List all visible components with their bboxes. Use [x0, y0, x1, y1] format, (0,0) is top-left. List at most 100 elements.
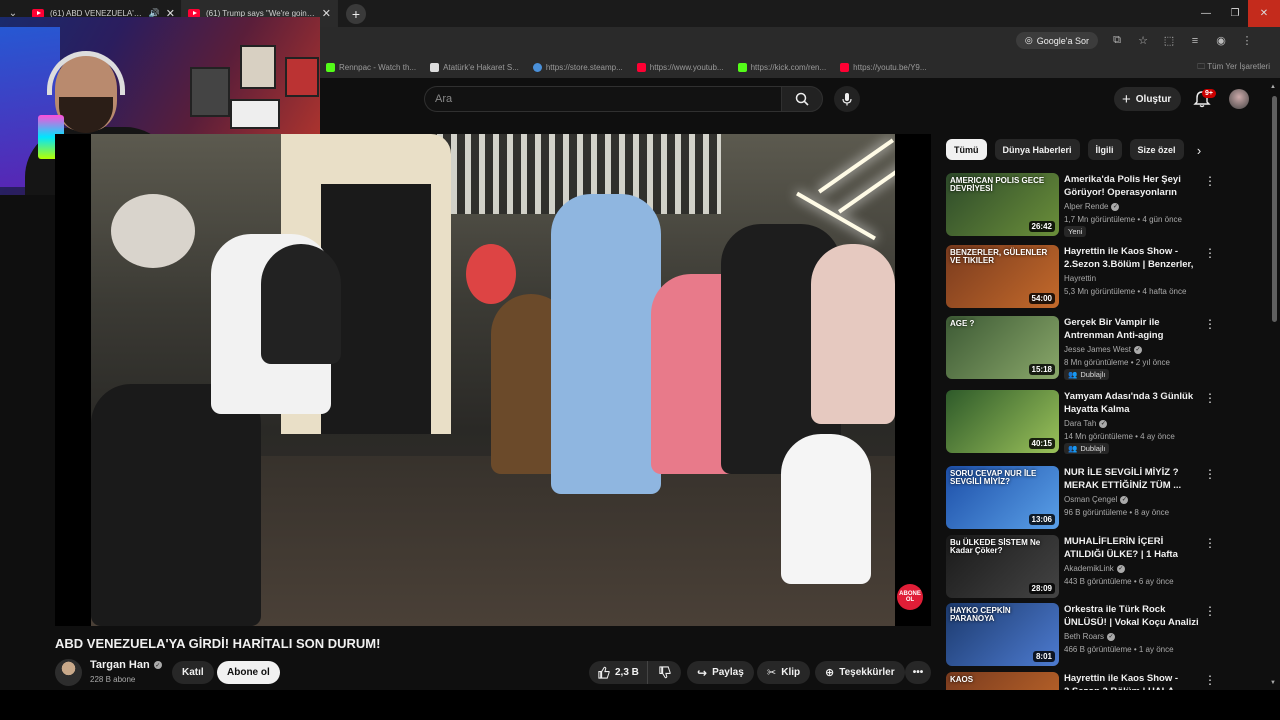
scroll-down-arrow-icon[interactable]: ▼ [1270, 680, 1276, 686]
scroll-up-arrow-icon[interactable]: ▲ [1270, 84, 1276, 90]
video-title[interactable]: MUHALİFLERİN İÇERİ ATILDIĞI ÜLKE? | 1 Ha… [1064, 535, 1201, 562]
create-label: Oluştur [1135, 93, 1172, 105]
share-button[interactable]: ↪ Paylaş [687, 661, 754, 684]
verified-check-icon: ✓ [153, 661, 162, 669]
more-actions-button[interactable]: ••• [905, 661, 931, 684]
chip-for-you[interactable]: Size özel [1129, 139, 1184, 160]
search-box[interactable] [424, 86, 781, 112]
thumbnail-text: AGE ? [950, 319, 975, 328]
verified-check-icon: ✓ [1133, 345, 1142, 354]
more-vert-icon[interactable]: ⋮ [1204, 468, 1216, 480]
subscribe-watermark-logo[interactable]: ABONE OL [897, 584, 923, 610]
recommended-video[interactable]: 40:15 Yamyam Adası'nda 3 Günlük Hayatta K… [946, 390, 1216, 454]
install-app-icon[interactable]: ⧉ [1110, 34, 1124, 48]
more-vert-icon[interactable]: ⋮ [1204, 674, 1216, 686]
recommended-video[interactable]: AGE ? 15:18 Gerçek Bir Vampir ile Antrenma… [946, 316, 1216, 380]
channel-link[interactable]: Alper Rende ✓ [1064, 202, 1120, 211]
minimize-window-icon[interactable]: — [1190, 0, 1222, 27]
bookmark-item[interactable]: https://www.youtub... [636, 62, 724, 72]
search-input[interactable] [435, 93, 781, 105]
recommended-video[interactable]: BENZERLER, GÜLENLER VE TIKILER 54:00 Hayre… [946, 245, 1216, 309]
recommended-video[interactable]: HAYKO CEPKİN PARANOYA 8:01 Orkestra ile Tü… [946, 603, 1216, 667]
more-vert-icon[interactable]: ⋮ [1204, 392, 1216, 404]
scrollbar-thumb[interactable] [1272, 96, 1277, 322]
close-window-icon[interactable]: ✕ [1248, 0, 1280, 27]
chevron-right-icon[interactable]: › [1190, 141, 1208, 159]
like-button[interactable]: 2,3 B [589, 661, 648, 684]
youtube-icon [840, 62, 850, 72]
channel-name: AkademikLink [1064, 564, 1114, 573]
video-thumbnail[interactable]: BENZERLER, GÜLENLER VE TIKILER 54:00 [946, 245, 1059, 308]
channel-link[interactable]: Beth Roars ✓ [1064, 632, 1116, 641]
bookmark-item[interactable]: https://store.steamp... [532, 62, 623, 72]
more-vert-icon[interactable]: ⋮ [1204, 537, 1216, 549]
subscriber-count: 228 B abone [90, 675, 136, 684]
recommended-video[interactable]: Bu ÜLKEDE SİSTEM Ne Kadar Çöker? 28:09 MUH… [946, 535, 1216, 599]
folder-icon: 🗀 [1197, 62, 1208, 71]
thanks-button[interactable]: ⊕ Teşekkürler [815, 661, 905, 684]
video-duration: 15:18 [1028, 364, 1055, 375]
channel-name-link[interactable]: Targan Han ✓ [90, 659, 162, 671]
video-title[interactable]: NUR İLE SEVGİLİ MİYİZ ? MERAK ETTİĞİNİZ … [1064, 466, 1201, 492]
channel-name: Beth Roars [1064, 632, 1105, 641]
chip-world-news[interactable]: Dünya Haberleri [994, 139, 1080, 160]
video-thumbnail[interactable]: AGE ? 15:18 [946, 316, 1059, 379]
channel-link[interactable]: Dara Tah ✓ [1064, 419, 1108, 428]
chip-all[interactable]: Tümü [946, 139, 987, 160]
video-title[interactable]: Gerçek Bir Vampir ile Antrenman Anti-agi… [1064, 316, 1201, 342]
video-title[interactable]: Orkestra ile Türk Rock ÜNLÜSÜ! | Vokal K… [1064, 603, 1201, 630]
more-vert-icon[interactable]: ⋮ [1204, 247, 1216, 259]
recommended-video[interactable]: SORU CEVAP NUR İLE SEVGİLİ MİYİZ? 13:06 NU… [946, 466, 1216, 530]
search-button[interactable] [781, 86, 823, 112]
video-title[interactable]: Amerika'da Polis Her Şeyi Görüyor! Opera… [1064, 173, 1201, 200]
more-vert-icon[interactable]: ⋮ [1204, 605, 1216, 617]
video-thumbnail[interactable]: Bu ÜLKEDE SİSTEM Ne Kadar Çöker? 28:09 [946, 535, 1059, 598]
more-vert-icon[interactable]: ⋮ [1204, 175, 1216, 187]
reading-list-icon[interactable]: ≡ [1188, 34, 1202, 48]
create-button[interactable]: + Oluştur [1114, 87, 1182, 111]
bookmark-star-icon[interactable]: ☆ [1136, 34, 1150, 48]
new-tab-button[interactable]: + [346, 3, 366, 24]
menu-kebab-icon[interactable]: ⋮ [1240, 34, 1254, 48]
channel-link[interactable]: Jesse James West ✓ [1064, 345, 1142, 354]
restore-window-icon[interactable]: ❐ [1219, 0, 1251, 27]
page-icon [430, 62, 440, 72]
bookmark-item[interactable]: Atatürk'e Hakaret S... [430, 62, 519, 72]
recommended-video[interactable]: AMERICAN POLIS GECE DEVRİYESİ 26:42 Amerik… [946, 173, 1216, 237]
channel-name: Jesse James West [1064, 345, 1131, 354]
subscribe-button[interactable]: Abone ol [217, 661, 280, 684]
dislike-button[interactable] [648, 661, 681, 684]
chip-related[interactable]: İlgili [1087, 139, 1122, 160]
verified-check-icon: ✓ [1099, 419, 1108, 428]
video-player[interactable] [55, 134, 931, 626]
video-title[interactable]: Yamyam Adası'nda 3 Günlük Hayatta Kalma [1064, 390, 1201, 416]
channel-name: Hayrettin [1064, 274, 1097, 283]
video-thumbnail[interactable]: 40:15 [946, 390, 1059, 453]
video-title[interactable]: Hayrettin ile Kaos Show - 2.Sezon 3.Bölü… [1064, 245, 1201, 272]
video-thumbnail[interactable]: SORU CEVAP NUR İLE SEVGİLİ MİYİZ? 13:06 [946, 466, 1059, 529]
account-avatar[interactable] [1229, 89, 1249, 109]
video-thumbnail[interactable]: HAYKO CEPKİN PARANOYA 8:01 [946, 603, 1059, 666]
channel-link[interactable]: Osman Çengel ✓ [1064, 495, 1129, 504]
voice-search-button[interactable] [834, 86, 860, 112]
microphone-icon [842, 93, 852, 106]
video-thumbnail[interactable]: AMERICAN POLIS GECE DEVRİYESİ 26:42 [946, 173, 1059, 236]
bookmark-item[interactable]: https://youtu.be/Y9... [840, 62, 927, 72]
badge-label: Dublajlı [1080, 370, 1106, 379]
bookmark-item[interactable]: https://kick.com/ren... [737, 62, 826, 72]
channel-link[interactable]: AkademikLink ✓ [1064, 564, 1125, 573]
google-ask-button[interactable]: ◎ Google'a Sor [1015, 32, 1098, 49]
video-duration: 40:15 [1028, 438, 1055, 449]
more-vert-icon[interactable]: ⋮ [1204, 318, 1216, 330]
scissors-icon: ✂ [767, 667, 777, 679]
close-tab-icon[interactable]: ✕ [322, 7, 331, 20]
extensions-icon[interactable]: ⬚ [1162, 34, 1176, 48]
all-bookmarks-folder[interactable]: 🗀 Tüm Yer İşaretleri [1197, 61, 1270, 75]
channel-link[interactable]: Hayrettin [1064, 274, 1096, 283]
thumbnail-text: BENZERLER, GÜLENLER VE TIKILER [950, 248, 1048, 265]
clip-button[interactable]: ✂ Klip [757, 661, 811, 684]
bookmark-item[interactable]: Rennpac - Watch th... [326, 62, 416, 72]
join-button[interactable]: Katıl [172, 661, 214, 684]
channel-avatar[interactable] [55, 659, 82, 686]
profile-icon[interactable]: ◉ [1214, 34, 1228, 48]
